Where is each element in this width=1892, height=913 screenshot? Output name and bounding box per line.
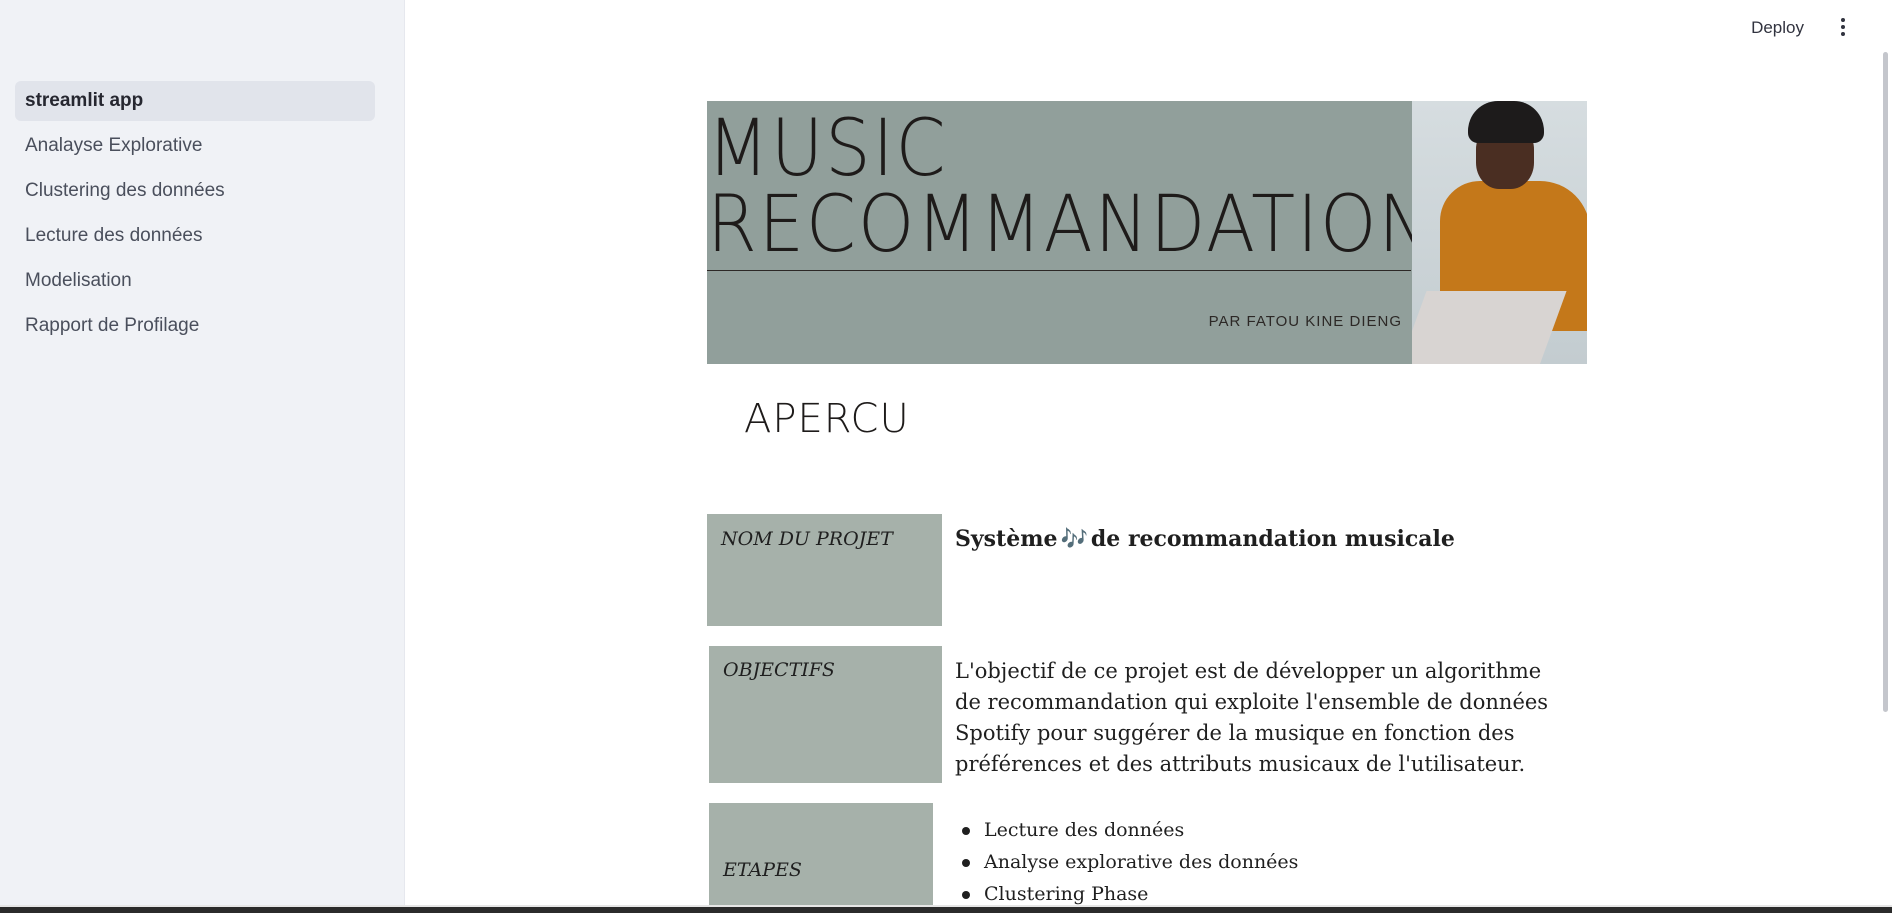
apercu-heading: APERCU	[744, 396, 910, 442]
photo-laptop	[1412, 291, 1567, 364]
steps-list: Lecture des données Analyse explorative …	[962, 814, 1298, 910]
scrollbar-thumb[interactable]	[1883, 52, 1888, 712]
project-name-label-box: NOM DU PROJET	[707, 514, 942, 626]
objectives-text: L'objectif de ce projet est de développe…	[955, 659, 1549, 776]
scrollbar-track[interactable]	[1876, 0, 1892, 913]
kebab-menu-icon[interactable]	[1832, 14, 1854, 40]
list-item: Analyse explorative des données	[962, 846, 1298, 878]
list-item: Lecture des données	[962, 814, 1298, 846]
banner-image: MUSIC RECOMMANDATION PAR FATOU KINE DIEN…	[707, 101, 1587, 364]
banner-divider	[707, 270, 1411, 271]
banner-author: PAR FATOU KINE DIENG	[1208, 313, 1402, 330]
sidebar-item-modelisation[interactable]: Modelisation	[15, 261, 375, 301]
step-text: Lecture des données	[984, 819, 1185, 841]
sidebar-item-streamlit-app[interactable]: streamlit app	[15, 81, 375, 121]
deploy-button[interactable]: Deploy	[1743, 14, 1812, 42]
sidebar-item-rapport[interactable]: Rapport de Profilage	[15, 306, 375, 346]
objectives-label-box: OBJECTIFS	[709, 646, 942, 783]
menu-dot	[1841, 25, 1845, 29]
project-name-value: Système 🎶 de recommandation musicale	[955, 526, 1455, 552]
step-text: Clustering Phase	[984, 883, 1149, 905]
photo-headwrap	[1468, 101, 1544, 143]
author-photo	[1412, 101, 1587, 364]
sidebar-item-lecture[interactable]: Lecture des données	[15, 216, 375, 256]
bullet-icon	[962, 859, 970, 867]
menu-dot	[1841, 32, 1845, 36]
app-root: streamlit app Analayse Explorative Clust…	[0, 0, 1892, 913]
step-text: Analyse explorative des données	[984, 851, 1299, 873]
banner-title-line1: MUSIC	[707, 104, 948, 194]
banner-title-line2: RECOMMANDATION	[707, 180, 1434, 270]
steps-label: ETAPES	[723, 859, 802, 881]
sidebar-item-analyse-explorative[interactable]: Analayse Explorative	[15, 126, 375, 166]
sidebar-nav: streamlit app Analayse Explorative Clust…	[15, 81, 375, 351]
project-name-label: NOM DU PROJET	[721, 528, 893, 550]
banner-title: MUSIC RECOMMANDATION	[707, 104, 1434, 270]
project-name-pre: Système	[955, 526, 1058, 552]
bottom-bar	[0, 907, 1892, 913]
menu-dot	[1841, 18, 1845, 22]
music-notes-icon: 🎶	[1060, 527, 1088, 552]
bullet-icon	[962, 827, 970, 835]
bullet-icon	[962, 891, 970, 899]
sidebar-item-clustering[interactable]: Clustering des données	[15, 171, 375, 211]
steps-label-box: ETAPES	[709, 803, 933, 907]
objectives-label: OBJECTIFS	[723, 659, 835, 681]
project-name-post: de recommandation musicale	[1090, 526, 1455, 552]
sidebar: streamlit app Analayse Explorative Clust…	[0, 0, 405, 913]
